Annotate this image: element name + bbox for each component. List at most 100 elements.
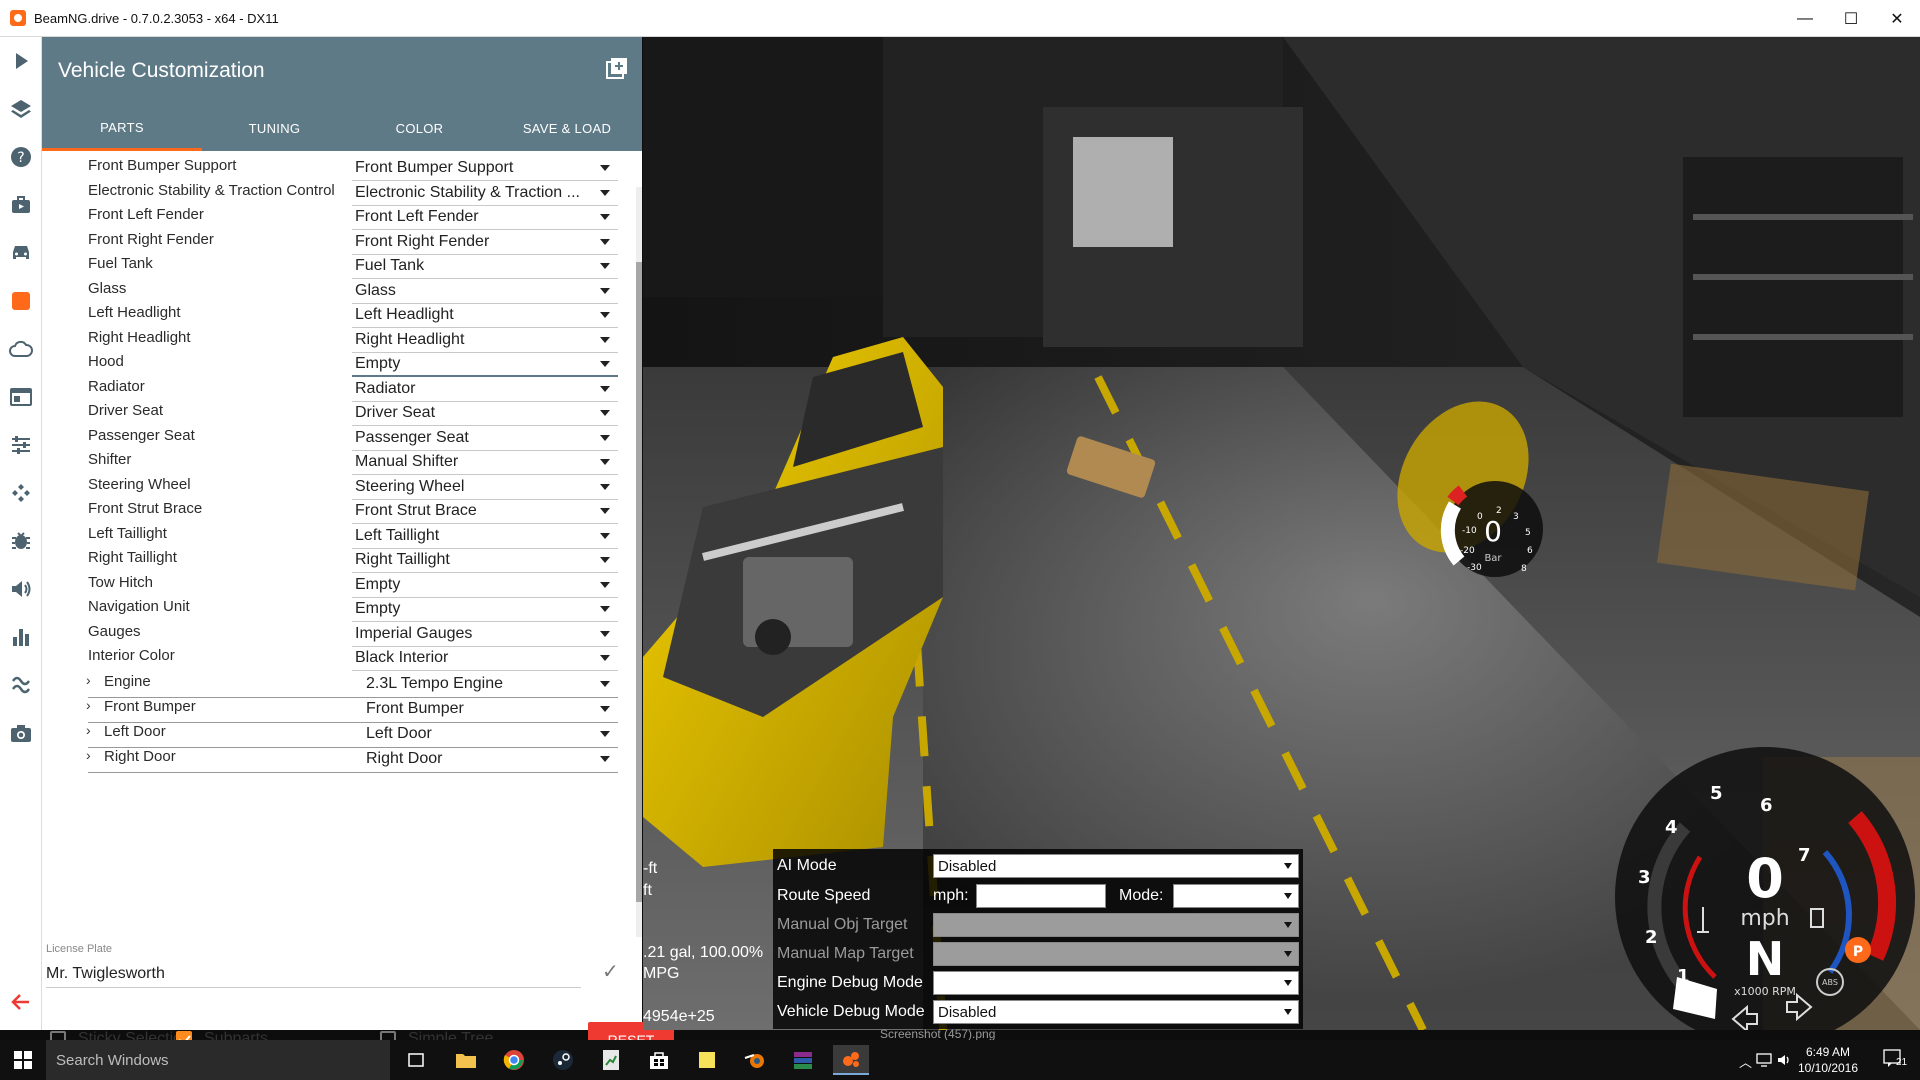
dropdown-arrow-icon bbox=[600, 385, 610, 392]
taskbar-clock[interactable]: 6:49 AM 10/10/2016 bbox=[1788, 1044, 1868, 1076]
manual-map-target-select[interactable] bbox=[933, 942, 1299, 966]
manual-obj-target-select[interactable] bbox=[933, 913, 1299, 937]
license-plate-section: License Plate Mr. Twiglesworth ✓ bbox=[42, 943, 642, 993]
dropdown-arrow-icon bbox=[1284, 893, 1292, 899]
tab-save-load[interactable]: SAVE & LOAD bbox=[492, 106, 642, 151]
vehicle-debug-select[interactable]: Disabled bbox=[933, 1000, 1299, 1024]
dropdown-arrow-icon bbox=[1284, 1009, 1292, 1015]
ai-mode-select[interactable]: Disabled bbox=[933, 854, 1299, 878]
close-button[interactable]: ✕ bbox=[1874, 0, 1920, 37]
chevron-right-icon[interactable]: › bbox=[86, 722, 91, 738]
taskbar-beamng[interactable] bbox=[833, 1045, 869, 1075]
engine-debug-select[interactable] bbox=[933, 971, 1299, 995]
taskbar-blender[interactable] bbox=[737, 1045, 773, 1075]
sidebar-options[interactable] bbox=[0, 421, 42, 469]
part-label: Front Bumper bbox=[104, 697, 196, 715]
sticky-notes-icon bbox=[699, 1052, 715, 1068]
minimize-button[interactable]: — bbox=[1782, 0, 1828, 37]
apply-license-plate-icon[interactable]: ✓ bbox=[602, 959, 619, 984]
part-label: Passenger Seat bbox=[88, 426, 195, 444]
start-button[interactable] bbox=[0, 1040, 46, 1080]
part-label: Front Left Fender bbox=[88, 206, 204, 223]
tab-tuning[interactable]: TUNING bbox=[202, 106, 347, 151]
chevron-right-icon[interactable]: › bbox=[86, 747, 91, 763]
rpm-tick-1: 1 bbox=[1677, 966, 1690, 987]
part-select-value: Glass bbox=[355, 281, 396, 299]
boost-value: 0 bbox=[1484, 515, 1502, 548]
sidebar-play[interactable] bbox=[0, 37, 42, 85]
boost-tick-2: 2 bbox=[1496, 506, 1502, 516]
dropdown-arrow-icon bbox=[600, 630, 610, 637]
part-label: Right Door bbox=[104, 748, 176, 766]
taskbar-store[interactable] bbox=[641, 1045, 677, 1075]
boost-tick-m30: -30 bbox=[1467, 563, 1482, 573]
task-view-icon bbox=[408, 1053, 424, 1067]
chevron-right-icon[interactable]: › bbox=[86, 672, 91, 688]
open-in-window-icon[interactable] bbox=[606, 57, 628, 79]
taskbar-search[interactable]: Search Windows bbox=[46, 1040, 390, 1080]
dropdown-arrow-icon bbox=[600, 287, 610, 294]
dropdown-arrow-icon bbox=[600, 336, 610, 343]
tab-parts[interactable]: PARTS bbox=[42, 106, 202, 151]
sidebar-apps[interactable] bbox=[0, 373, 42, 421]
vehicle-debug-value: Disabled bbox=[938, 1004, 997, 1021]
route-speed-input[interactable] bbox=[976, 884, 1106, 908]
tab-color[interactable]: COLOR bbox=[347, 106, 492, 151]
part-label: Hood bbox=[88, 353, 124, 370]
taskbar-chrome[interactable] bbox=[496, 1045, 532, 1075]
network-icon[interactable] bbox=[1756, 1053, 1772, 1067]
info-line-2: ft bbox=[643, 882, 652, 899]
speed-value: 0 bbox=[1746, 847, 1784, 910]
dropdown-arrow-icon bbox=[600, 532, 610, 539]
part-select-value: Driver Seat bbox=[355, 404, 436, 421]
license-plate-input[interactable]: Mr. Twiglesworth bbox=[46, 961, 581, 988]
sidebar-layers[interactable] bbox=[0, 85, 42, 133]
parts-scrollbar[interactable] bbox=[636, 187, 642, 937]
part-select-value: Right Taillight bbox=[355, 551, 450, 568]
back-button[interactable] bbox=[0, 978, 42, 1026]
part-label: Right Taillight bbox=[88, 549, 177, 566]
sidebar-performance[interactable] bbox=[0, 613, 42, 661]
maximize-button[interactable]: ☐ bbox=[1828, 0, 1874, 37]
show-hidden-icons[interactable]: ︿ bbox=[1739, 1052, 1752, 1071]
taskbar-explorer[interactable] bbox=[448, 1045, 484, 1075]
part-select-value: Front Right Fender bbox=[355, 232, 490, 250]
notification-count: 21 bbox=[1896, 1057, 1908, 1068]
part-label: Front Strut Brace bbox=[88, 500, 203, 517]
boost-tick-8: 8 bbox=[1521, 564, 1527, 574]
sidebar-ai[interactable] bbox=[0, 661, 42, 709]
route-mode-select[interactable] bbox=[1173, 884, 1299, 908]
taskbar-winrar[interactable] bbox=[785, 1045, 821, 1075]
sidebar-environment[interactable] bbox=[0, 325, 42, 373]
speed-unit: mph bbox=[1740, 906, 1789, 931]
dropdown-arrow-icon bbox=[600, 483, 610, 490]
sidebar-photo-mode[interactable] bbox=[0, 709, 42, 757]
volume-icon bbox=[12, 581, 31, 597]
sidebar-audio[interactable] bbox=[0, 565, 42, 613]
ai-mode-value: Disabled bbox=[938, 858, 997, 875]
part-label: Steering Wheel bbox=[88, 475, 191, 493]
taskbar-steam[interactable] bbox=[545, 1045, 581, 1075]
gamepad-icon bbox=[12, 484, 30, 502]
part-label: Interior Color bbox=[88, 647, 175, 664]
boost-tick-m20: -20 bbox=[1460, 546, 1475, 556]
clock-date: 10/10/2016 bbox=[1797, 1061, 1859, 1075]
sidebar-missions[interactable] bbox=[0, 181, 42, 229]
sidebar-vehicle-config[interactable] bbox=[0, 277, 42, 325]
scrollbar-thumb[interactable] bbox=[636, 262, 642, 902]
chevron-right-icon[interactable]: › bbox=[86, 697, 91, 713]
rpm-tick-5: 5 bbox=[1710, 783, 1723, 804]
sidebar-help[interactable]: ? bbox=[0, 133, 42, 181]
action-center-button[interactable]: 21 bbox=[1882, 1048, 1912, 1072]
part-select-value: Front Strut Brace bbox=[355, 502, 477, 519]
part-select[interactable]: Right Door bbox=[360, 744, 618, 772]
sidebar-controls[interactable] bbox=[0, 469, 42, 517]
part-tree-row[interactable]: › Right Door Right Door bbox=[42, 742, 632, 774]
car-icon bbox=[13, 246, 29, 259]
panel-header: Vehicle Customization PARTS TUNING COLOR… bbox=[42, 37, 642, 151]
sidebar-debug[interactable] bbox=[0, 517, 42, 565]
sidebar-vehicles[interactable] bbox=[0, 229, 42, 277]
taskbar-notes[interactable] bbox=[689, 1045, 725, 1075]
task-view-button[interactable] bbox=[398, 1045, 434, 1075]
taskbar-spreadsheet[interactable] bbox=[593, 1045, 629, 1075]
